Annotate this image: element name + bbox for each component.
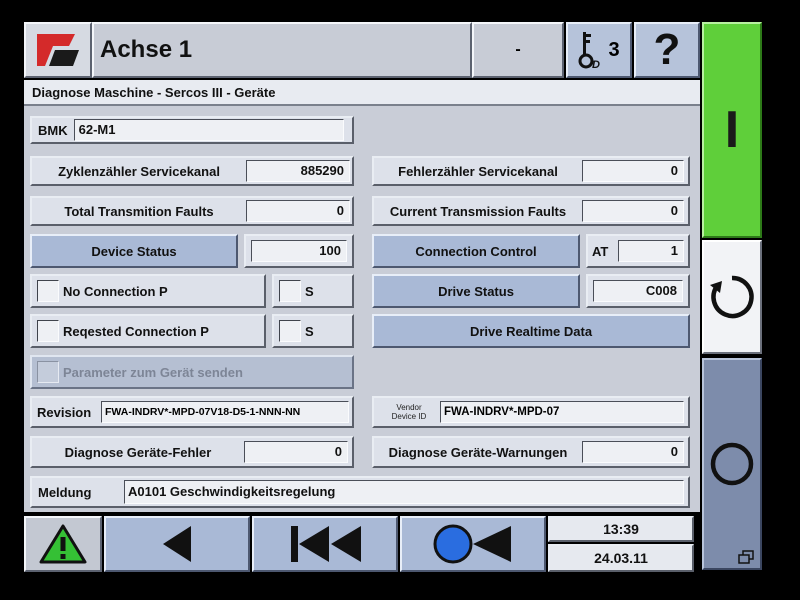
vendor-label-line2: Device ID xyxy=(391,412,427,421)
no-connection-label: No Connection P xyxy=(63,283,168,299)
bmk-value-box: 62-M1 xyxy=(73,119,344,141)
header-status-box: - xyxy=(472,22,564,78)
vendor-field: Vendor Device ID FWA-INDRV*-MPD-07 xyxy=(372,396,690,428)
drive-status-label: Drive Status xyxy=(438,283,514,299)
drive-status-value: C008 xyxy=(593,280,683,302)
no-connection-field[interactable]: No Connection P xyxy=(30,274,266,308)
diag-warn-value: 0 xyxy=(582,441,684,463)
diag-warn-field: Diagnose Geräte-Warnungen 0 xyxy=(372,436,690,468)
device-status-field: 100 xyxy=(244,234,354,268)
meldung-value-box: A0101 Geschwindigkeitsregelung xyxy=(124,480,684,504)
cycle-button[interactable] xyxy=(702,240,762,354)
total-faults-label: Total Transmition Faults xyxy=(64,203,214,219)
device-status-value: 100 xyxy=(251,240,347,262)
breadcrumb-bar: Diagnose Maschine - Sercos III - Geräte xyxy=(24,80,700,106)
skip-start-button[interactable] xyxy=(252,516,398,572)
fehler-field: Fehlerzähler Servicekanal 0 xyxy=(372,156,690,186)
revision-label: Revision xyxy=(37,404,92,420)
total-faults-value: 0 xyxy=(246,200,350,222)
logo-button[interactable] xyxy=(24,22,92,78)
connection-control-button[interactable]: Connection Control xyxy=(372,234,580,268)
user-level-value: 3 xyxy=(608,38,620,61)
no-connection-s-label: S xyxy=(305,283,314,299)
page-title: Achse 1 xyxy=(100,36,193,63)
current-faults-field: Current Transmission Faults 0 xyxy=(372,196,690,226)
diag-fehler-value: 0 xyxy=(244,441,348,463)
drive-realtime-label: Drive Realtime Data xyxy=(469,323,593,339)
requested-connection-s-checkbox[interactable] xyxy=(279,320,301,342)
record-rewind-icon xyxy=(433,524,511,564)
no-connection-s-checkbox[interactable] xyxy=(279,280,301,302)
vendor-label-line1: Vendor xyxy=(396,403,422,412)
bmk-label: BMK xyxy=(38,122,68,138)
send-parameter-label: Parameter zum Gerät senden xyxy=(63,364,243,380)
at-field: AT 1 xyxy=(586,234,690,268)
requested-connection-checkbox[interactable] xyxy=(37,320,59,342)
drive-status-field: C008 xyxy=(586,274,690,308)
vendor-value: FWA-INDRV*-MPD-07 xyxy=(444,406,560,418)
start-button[interactable]: I xyxy=(702,22,762,238)
revision-value: FWA-INDRV*-MPD-07V18-D5-1-NNN-NN xyxy=(105,406,301,418)
no-connection-checkbox[interactable] xyxy=(37,280,59,302)
help-button[interactable]: ? xyxy=(634,22,700,78)
stop-button[interactable] xyxy=(702,358,762,570)
device-status-button[interactable]: Device Status xyxy=(30,234,238,268)
fehler-value: 0 xyxy=(582,160,684,182)
date-display: 24.03.11 xyxy=(548,544,694,572)
record-rewind-button[interactable] xyxy=(400,516,546,572)
breadcrumb: Diagnose Maschine - Sercos III - Geräte xyxy=(32,84,276,100)
window-icon xyxy=(738,550,754,564)
total-faults-field: Total Transmition Faults 0 xyxy=(30,196,354,226)
at-value: 1 xyxy=(618,240,684,262)
start-icon: I xyxy=(724,101,740,159)
revision-field: Revision FWA-INDRV*-MPD-07V18-D5-1-NNN-N… xyxy=(30,396,354,428)
time-value: 13:39 xyxy=(603,521,639,537)
no-connection-s-field[interactable]: S xyxy=(272,274,354,308)
device-status-label: Device Status xyxy=(91,243,177,259)
fehler-label: Fehlerzähler Servicekanal xyxy=(398,163,558,179)
send-parameter-checkbox[interactable] xyxy=(37,361,59,383)
vendor-label: Vendor Device ID xyxy=(378,403,440,421)
cycle-icon xyxy=(710,275,754,319)
header-status: - xyxy=(515,41,521,58)
meldung-label: Meldung xyxy=(38,484,92,500)
warning-button[interactable] xyxy=(24,516,102,572)
vendor-value-box: FWA-INDRV*-MPD-07 xyxy=(440,401,684,423)
at-label: AT xyxy=(592,243,609,259)
back-icon xyxy=(163,526,191,562)
skip-start-icon xyxy=(291,526,361,562)
bmk-value: 62-M1 xyxy=(78,122,116,137)
requested-connection-s-field[interactable]: S xyxy=(272,314,354,348)
diag-warn-label: Diagnose Geräte-Warnungen xyxy=(388,444,568,460)
connection-control-label: Connection Control xyxy=(415,243,537,259)
zyklen-field: Zyklenzähler Servicekanal 885290 xyxy=(30,156,354,186)
requested-connection-field[interactable]: Reqested Connection P xyxy=(30,314,266,348)
meldung-value: A0101 Geschwindigkeitsregelung xyxy=(128,484,336,499)
user-level-button[interactable]: D 3 xyxy=(566,22,632,78)
svg-text:D: D xyxy=(592,59,600,70)
header-title-box: Achse 1 xyxy=(92,22,472,78)
back-button[interactable] xyxy=(104,516,250,572)
meldung-field: Meldung A0101 Geschwindigkeitsregelung xyxy=(30,476,690,508)
requested-connection-label: Reqested Connection P xyxy=(63,323,209,339)
send-parameter-field[interactable]: Parameter zum Gerät senden xyxy=(30,355,354,389)
current-faults-label: Current Transmission Faults xyxy=(389,203,567,219)
zyklen-value: 885290 xyxy=(246,160,350,182)
logo-icon xyxy=(37,34,79,66)
current-faults-value: 0 xyxy=(582,200,684,222)
drive-realtime-button[interactable]: Drive Realtime Data xyxy=(372,314,690,348)
date-value: 24.03.11 xyxy=(594,550,648,566)
time-display: 13:39 xyxy=(548,516,694,542)
key-icon: D xyxy=(578,32,600,70)
diag-fehler-field: Diagnose Geräte-Fehler 0 xyxy=(30,436,354,468)
help-icon: ? xyxy=(653,25,681,74)
drive-status-button[interactable]: Drive Status xyxy=(372,274,580,308)
requested-connection-s-label: S xyxy=(305,323,314,339)
diag-fehler-label: Diagnose Geräte-Fehler xyxy=(64,444,212,460)
zyklen-label: Zyklenzähler Servicekanal xyxy=(58,163,220,179)
warning-icon xyxy=(39,524,87,564)
bmk-field: BMK 62-M1 xyxy=(30,116,354,144)
revision-value-box: FWA-INDRV*-MPD-07V18-D5-1-NNN-NN xyxy=(101,401,349,423)
stop-circle-icon xyxy=(710,442,754,486)
